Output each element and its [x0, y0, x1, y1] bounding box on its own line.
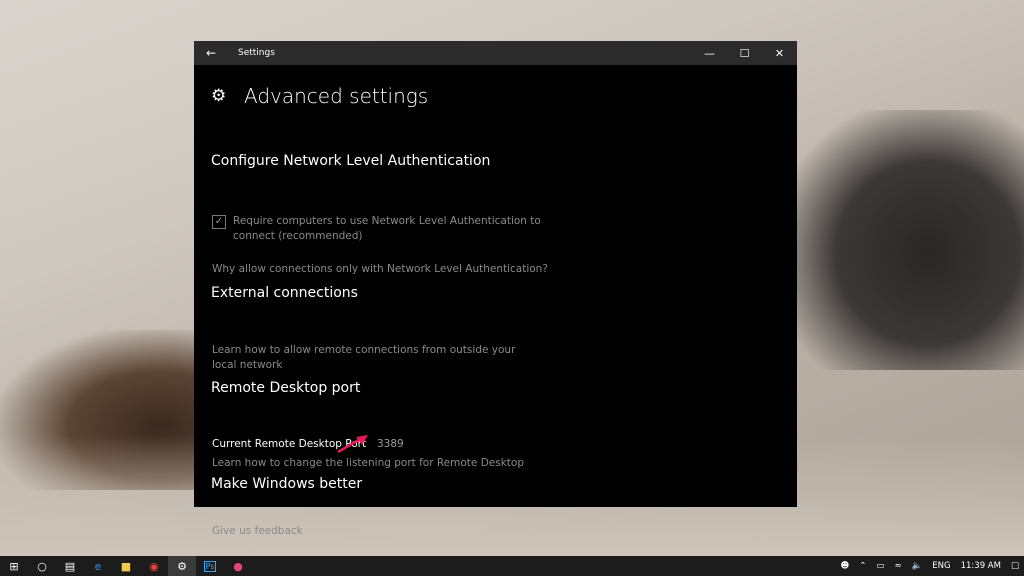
- chrome-icon: ◉: [149, 559, 159, 573]
- title-bar: ← Settings — ☐ ✕: [194, 41, 797, 65]
- clock[interactable]: 11:39 AM: [956, 561, 1006, 571]
- change-port-link[interactable]: Learn how to change the listening port f…: [212, 457, 524, 469]
- nla-info-link[interactable]: Why allow connections only with Network …: [212, 263, 548, 275]
- minimize-icon: —: [704, 46, 715, 60]
- battery-icon[interactable]: ▭: [872, 561, 890, 571]
- background-shirt: [784, 110, 1024, 370]
- edge-icon: e: [94, 559, 102, 573]
- close-icon: ✕: [774, 46, 785, 60]
- system-tray: ☻ ⌃ ▭ ≈ 🔈 ENG 11:39 AM □: [836, 561, 1024, 571]
- gear-icon: ⚙: [211, 86, 227, 106]
- external-connections-link[interactable]: Learn how to allow remote connections fr…: [212, 343, 532, 373]
- wifi-icon[interactable]: ≈: [890, 561, 907, 571]
- make-windows-better-heading: Make Windows better: [211, 476, 363, 492]
- task-view-icon: ▤: [64, 559, 76, 573]
- nla-heading: Configure Network Level Authentication: [211, 153, 491, 169]
- external-connections-heading: External connections: [211, 285, 358, 301]
- edge-taskbar-button[interactable]: e: [84, 556, 112, 576]
- app-taskbar-button[interactable]: ●: [224, 556, 252, 576]
- maximize-button[interactable]: ☐: [727, 41, 762, 65]
- nla-checkbox[interactable]: ✓: [212, 215, 226, 229]
- language-indicator[interactable]: ENG: [927, 561, 955, 571]
- checkmark-icon: ✓: [214, 216, 224, 227]
- photoshop-taskbar-button[interactable]: Ps: [196, 556, 224, 576]
- page-header: ⚙ Advanced settings: [211, 84, 797, 108]
- start-button[interactable]: ⊞: [0, 556, 28, 576]
- annotation-arrow-icon: [337, 435, 368, 454]
- people-icon[interactable]: ☻: [836, 561, 855, 571]
- settings-content: ⚙ Advanced settings Configure Network Le…: [194, 84, 797, 537]
- cortana-button[interactable]: ○: [28, 556, 56, 576]
- chrome-taskbar-button[interactable]: ◉: [140, 556, 168, 576]
- settings-taskbar-button[interactable]: ⚙: [168, 556, 196, 576]
- back-button[interactable]: ←: [194, 41, 228, 65]
- close-button[interactable]: ✕: [762, 41, 797, 65]
- windows-logo-icon: ⊞: [9, 559, 19, 573]
- action-center-icon[interactable]: □: [1006, 561, 1024, 571]
- page-title: Advanced settings: [244, 84, 429, 108]
- nla-checkbox-label: Require computers to use Network Level A…: [233, 215, 541, 242]
- cortana-circle-icon: ○: [37, 559, 47, 573]
- volume-icon[interactable]: 🔈: [907, 561, 928, 571]
- chevron-up-icon[interactable]: ⌃: [854, 561, 871, 571]
- remote-desktop-port-heading: Remote Desktop port: [211, 380, 361, 396]
- maximize-icon: ☐: [739, 46, 750, 60]
- feedback-link[interactable]: Give us feedback: [212, 525, 303, 537]
- settings-window: ← Settings — ☐ ✕ ⚙ Advanced settings Con…: [194, 41, 797, 537]
- minimize-button[interactable]: —: [692, 41, 727, 65]
- app-pink-icon: ●: [233, 559, 243, 573]
- taskbar: ⊞ ○ ▤ e ■ ◉ ⚙ Ps ● ☻ ⌃ ▭ ≈ 🔈 ENG 11:39 A…: [0, 556, 1024, 576]
- photoshop-icon: Ps: [203, 560, 217, 572]
- window-title: Settings: [238, 48, 275, 58]
- folder-icon: ■: [120, 559, 132, 573]
- port-value: 3389: [377, 438, 404, 450]
- task-view-button[interactable]: ▤: [56, 556, 84, 576]
- file-explorer-taskbar-button[interactable]: ■: [112, 556, 140, 576]
- gear-icon: ⚙: [177, 559, 187, 573]
- back-arrow-icon: ←: [205, 46, 217, 60]
